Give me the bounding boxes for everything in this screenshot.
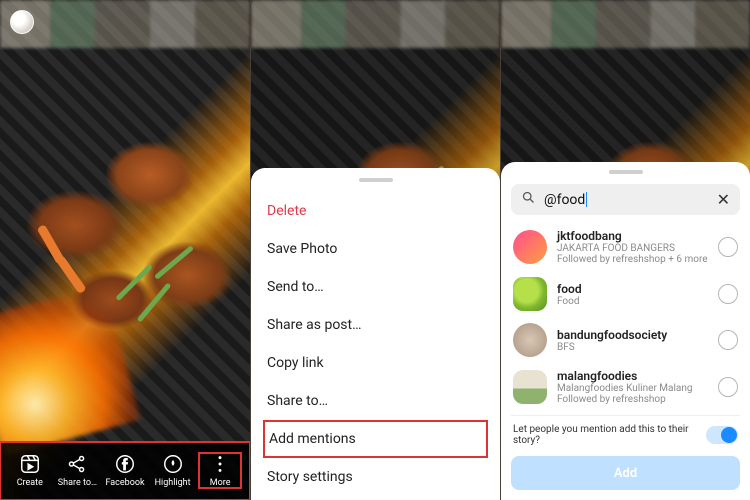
reel-icon [19,453,41,475]
result-select-radio[interactable] [718,284,738,304]
result-username: jktfoodbang [557,229,708,243]
result-display: Malangfoodies Kuliner Malang [557,383,708,394]
search-icon [521,190,536,209]
allow-reshare-row: Let people you mention add this to their… [511,415,740,450]
result-avatar [513,370,547,404]
save-photo-action[interactable]: Save Photo [267,230,484,268]
share-to-button[interactable]: Share to… [56,453,98,488]
result-username: bandungfoodsociety [557,328,708,342]
photo-background-jars [251,0,500,48]
highlight-label: Highlight [155,478,191,488]
share-icon [66,453,88,475]
copy-link-action[interactable]: Copy link [267,344,484,382]
mention-result[interactable]: jktfoodbang JAKARTA FOOD BANGERS Followe… [511,223,740,271]
mention-search-bar[interactable]: @food ✕ [511,184,740,215]
profile-avatar[interactable] [10,10,34,34]
result-avatar [513,277,547,311]
result-meta: bandungfoodsociety BFS [557,328,708,353]
photo-background-jars [501,0,750,48]
mention-result[interactable]: bandungfoodsociety BFS [511,317,740,363]
story-view-pane: Create Share to… Facebook Highlight More [0,0,250,500]
result-avatar [513,230,547,264]
share-to-action[interactable]: Share to… [267,382,484,420]
facebook-label: Facebook [105,478,144,488]
add-mentions-action[interactable]: Add mentions [263,420,488,458]
result-username: food [557,282,708,296]
mentions-sheet: @food ✕ jktfoodbang JAKARTA FOOD BANGERS… [501,162,750,500]
mention-result[interactable]: malangfoodies Malangfoodies Kuliner Mala… [511,363,740,411]
result-select-radio[interactable] [718,330,738,350]
more-icon [209,453,231,475]
add-button[interactable]: Add [511,456,740,490]
delete-action[interactable]: Delete [267,192,484,230]
photo-background-jars [0,0,250,48]
send-to-action[interactable]: Send to… [267,268,484,306]
allow-reshare-toggle[interactable] [706,426,738,444]
allow-reshare-label: Let people you mention add this to their… [513,424,706,446]
result-avatar [513,323,547,357]
story-settings-action[interactable]: Story settings [267,458,484,496]
more-button[interactable]: More [199,453,241,488]
story-more-sheet-pane: Delete Save Photo Send to… Share as post… [250,0,500,500]
more-actions-sheet: Delete Save Photo Send to… Share as post… [251,168,500,500]
result-meta: food Food [557,282,708,307]
result-display: BFS [557,342,708,353]
mention-result[interactable]: food Food [511,271,740,317]
result-followed-by: Followed by refreshshop [557,394,708,405]
share-as-post-action[interactable]: Share as post… [267,306,484,344]
create-label: Create [17,478,43,488]
result-username: malangfoodies [557,369,708,383]
story-footer-bar: Create Share to… Facebook Highlight More [0,442,250,500]
highlight-icon [162,453,184,475]
result-followed-by: Followed by refreshshop + 6 more [557,254,708,265]
mention-search-input[interactable]: @food [544,192,709,208]
add-mentions-pane: @food ✕ jktfoodbang JAKARTA FOOD BANGERS… [500,0,750,500]
facebook-button[interactable]: Facebook [104,453,146,488]
clear-search-icon[interactable]: ✕ [717,190,730,209]
result-display: Food [557,296,708,307]
result-select-radio[interactable] [718,237,738,257]
share-to-label: Share to… [58,478,97,488]
result-meta: jktfoodbang JAKARTA FOOD BANGERS Followe… [557,229,708,265]
facebook-icon [114,453,136,475]
more-label: More [210,478,231,488]
sheet-grab-handle[interactable] [359,178,393,182]
sheet-grab-handle[interactable] [609,170,643,174]
create-button[interactable]: Create [9,453,51,488]
result-select-radio[interactable] [718,377,738,397]
highlight-button[interactable]: Highlight [152,453,194,488]
result-meta: malangfoodies Malangfoodies Kuliner Mala… [557,369,708,405]
result-display: JAKARTA FOOD BANGERS [557,243,708,254]
